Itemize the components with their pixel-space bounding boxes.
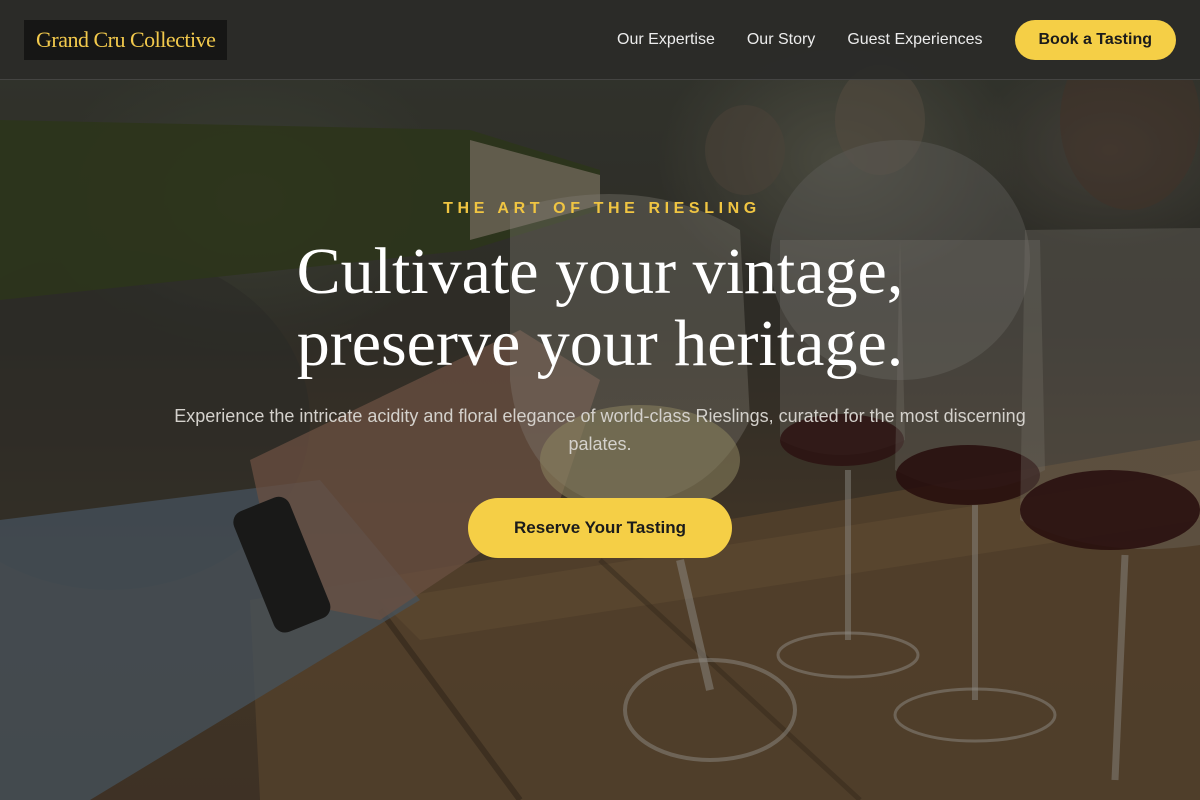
- main-nav: Our Expertise Our Story Guest Experience…: [617, 19, 1176, 60]
- nav-link-guest-experiences[interactable]: Guest Experiences: [847, 31, 982, 49]
- hero-eyebrow: THE ART OF THE RIESLING: [443, 200, 761, 217]
- brand-logo[interactable]: Grand Cru Collective: [24, 19, 228, 60]
- hero-content: THE ART OF THE RIESLING Cultivate your v…: [0, 200, 1200, 558]
- book-tasting-button[interactable]: Book a Tasting: [1014, 19, 1176, 60]
- hero-headline-line-1: Cultivate your vintage,: [296, 235, 904, 308]
- nav-link-our-story[interactable]: Our Story: [747, 31, 815, 49]
- nav-link-our-expertise[interactable]: Our Expertise: [617, 31, 715, 49]
- hero-headline-line-2: preserve your heritage.: [296, 307, 904, 380]
- hero-subtitle: Experience the intricate acidity and flo…: [174, 406, 1026, 454]
- reserve-tasting-button[interactable]: Reserve Your Tasting: [468, 498, 732, 558]
- site-header: Grand Cru Collective Our Expertise Our S…: [0, 0, 1200, 80]
- hero-headline: Cultivate your vintage, preserve your he…: [150, 236, 1050, 380]
